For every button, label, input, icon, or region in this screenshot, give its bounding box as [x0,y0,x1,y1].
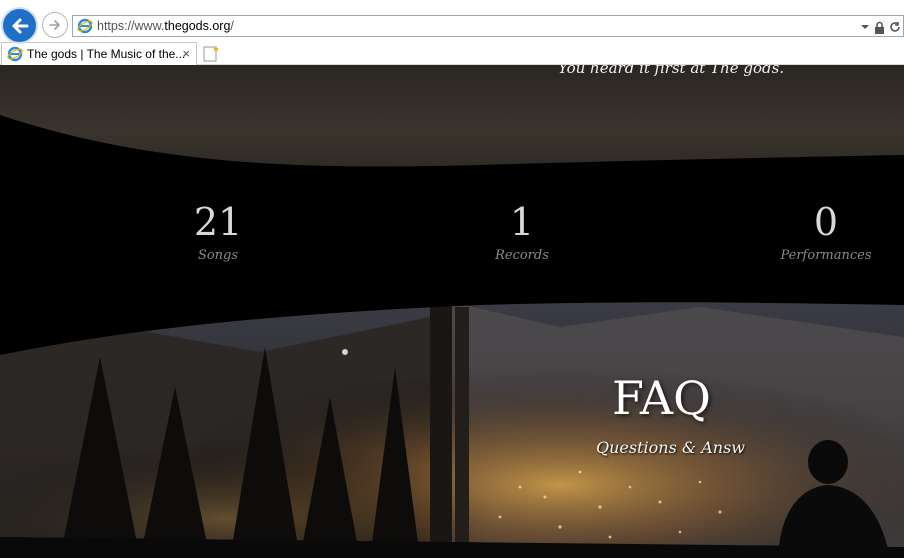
tab-title: The gods | The Music of the... [27,47,186,61]
ie-logo-icon [7,46,23,62]
tab-row: The gods | The Music of the... × [0,40,904,65]
stat-songs-label: Songs [197,248,239,263]
arrow-left-icon [12,18,28,33]
browser-tab-active[interactable]: The gods | The Music of the... × [1,42,197,65]
url-suffix: / [230,19,234,33]
lock-icon[interactable] [874,21,885,34]
url-text[interactable]: https://www.thegods.org/ [97,19,234,33]
back-button[interactable] [1,7,38,44]
stat-songs-value: 21 [193,200,243,244]
stat-performances-label: Performances [780,248,872,263]
hero-tagline: You heard it first at The gods. [558,65,785,77]
url-domain: thegods.org [164,19,231,33]
stat-performances-value: 0 [813,200,839,244]
address-bar[interactable]: https://www.thegods.org/ [72,15,904,37]
forward-button[interactable] [42,12,68,38]
new-tab-button[interactable] [201,44,221,63]
ie-logo-icon [77,18,93,34]
stat-songs: 21 Songs [118,200,318,263]
faq-subtitle: Questions & Answ [596,438,745,457]
arrow-right-icon [49,20,60,30]
dropdown-icon[interactable] [860,22,870,32]
browser-chrome: https://www.thegods.org/ The gods | The … [0,0,904,65]
stat-performances: 0 Performances [726,200,904,263]
tab-close-button[interactable]: × [182,46,190,61]
stat-records: 1 Records [422,200,622,263]
address-bar-icons [860,19,901,35]
stat-records-label: Records [495,248,549,263]
faq-title: FAQ [612,371,711,425]
stat-records-value: 1 [509,200,535,244]
web-page: You heard it first at The gods. 21 Songs… [0,65,904,558]
url-prefix: https://www. [97,19,165,33]
refresh-icon[interactable] [889,21,901,33]
address-row: https://www.thegods.org/ [0,0,904,44]
faq-wave-divider [0,285,904,355]
